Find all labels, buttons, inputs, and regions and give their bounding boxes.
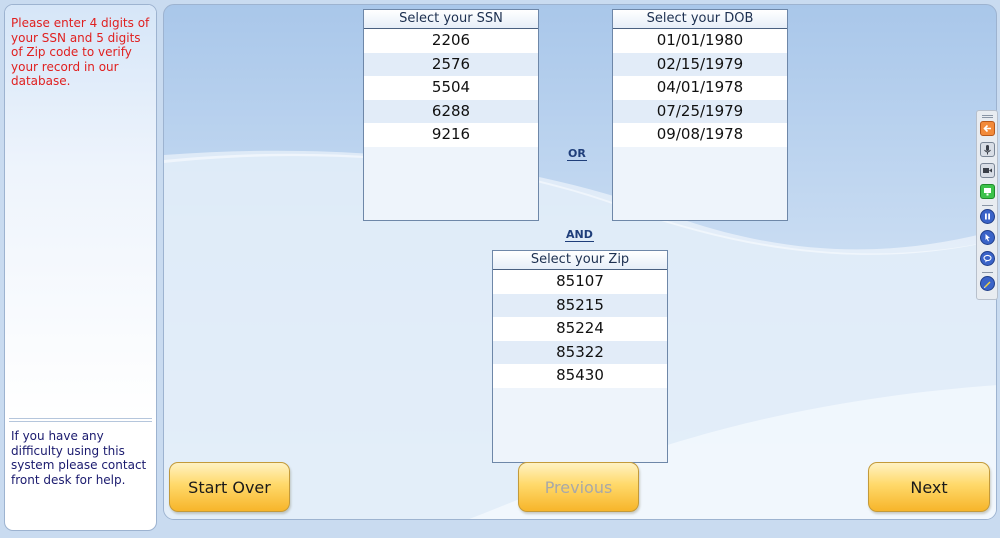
toolbar-grip[interactable]	[982, 117, 993, 118]
toolbar-separator	[982, 272, 993, 273]
camera-icon[interactable]	[980, 163, 995, 178]
ssn-option[interactable]: 9216	[364, 123, 538, 147]
zip-option[interactable]: 85107	[493, 270, 667, 294]
zip-option[interactable]: 85430	[493, 364, 667, 388]
dob-option[interactable]: 07/25/1979	[613, 99, 787, 123]
start-over-button[interactable]: Start Over	[169, 462, 290, 512]
microphone-icon[interactable]	[980, 142, 995, 157]
ssn-option[interactable]: 5504	[364, 76, 538, 100]
and-label: AND	[565, 228, 594, 242]
screen-icon[interactable]	[980, 184, 995, 199]
zip-header: Select your Zip	[493, 251, 667, 270]
help-text: If you have any difficulty using this sy…	[11, 429, 147, 487]
previous-button[interactable]: Previous	[518, 462, 639, 512]
pen-icon[interactable]	[980, 276, 995, 291]
main-panel: Select your SSN 2206 2576 5504 6288 9216…	[163, 4, 997, 520]
zip-option[interactable]: 85215	[493, 293, 667, 317]
zip-option[interactable]: 85322	[493, 340, 667, 364]
dob-listbox[interactable]: Select your DOB 01/01/1980 02/15/1979 04…	[612, 9, 788, 221]
dob-option[interactable]: 01/01/1980	[613, 29, 787, 53]
ssn-listbox[interactable]: Select your SSN 2206 2576 5504 6288 9216	[363, 9, 539, 221]
pause-icon[interactable]	[980, 209, 995, 224]
ssn-option[interactable]: 6288	[364, 99, 538, 123]
dob-option[interactable]: 09/08/1978	[613, 123, 787, 147]
or-label: OR	[567, 147, 587, 161]
zip-option[interactable]: 85224	[493, 317, 667, 341]
pointer-icon[interactable]	[980, 230, 995, 245]
toolbar-grip[interactable]	[982, 115, 993, 116]
ssn-option[interactable]: 2206	[364, 29, 538, 53]
floating-toolbar	[976, 110, 998, 300]
dob-option[interactable]: 02/15/1979	[613, 52, 787, 76]
sidebar-divider	[9, 418, 152, 419]
sidebar-panel: Please enter 4 digits of your SSN and 5 …	[4, 4, 157, 531]
dob-option[interactable]: 04/01/1978	[613, 76, 787, 100]
sidebar-divider-2	[9, 421, 152, 422]
dob-header: Select your DOB	[613, 10, 787, 29]
ssn-option[interactable]: 2576	[364, 52, 538, 76]
ssn-header: Select your SSN	[364, 10, 538, 29]
instructions-text: Please enter 4 digits of your SSN and 5 …	[11, 16, 150, 88]
zip-listbox[interactable]: Select your Zip 85107 85215 85224 85322 …	[492, 250, 668, 463]
back-arrow-icon[interactable]	[980, 121, 995, 136]
next-button[interactable]: Next	[868, 462, 990, 512]
toolbar-separator	[982, 205, 993, 206]
chat-icon[interactable]	[980, 251, 995, 266]
